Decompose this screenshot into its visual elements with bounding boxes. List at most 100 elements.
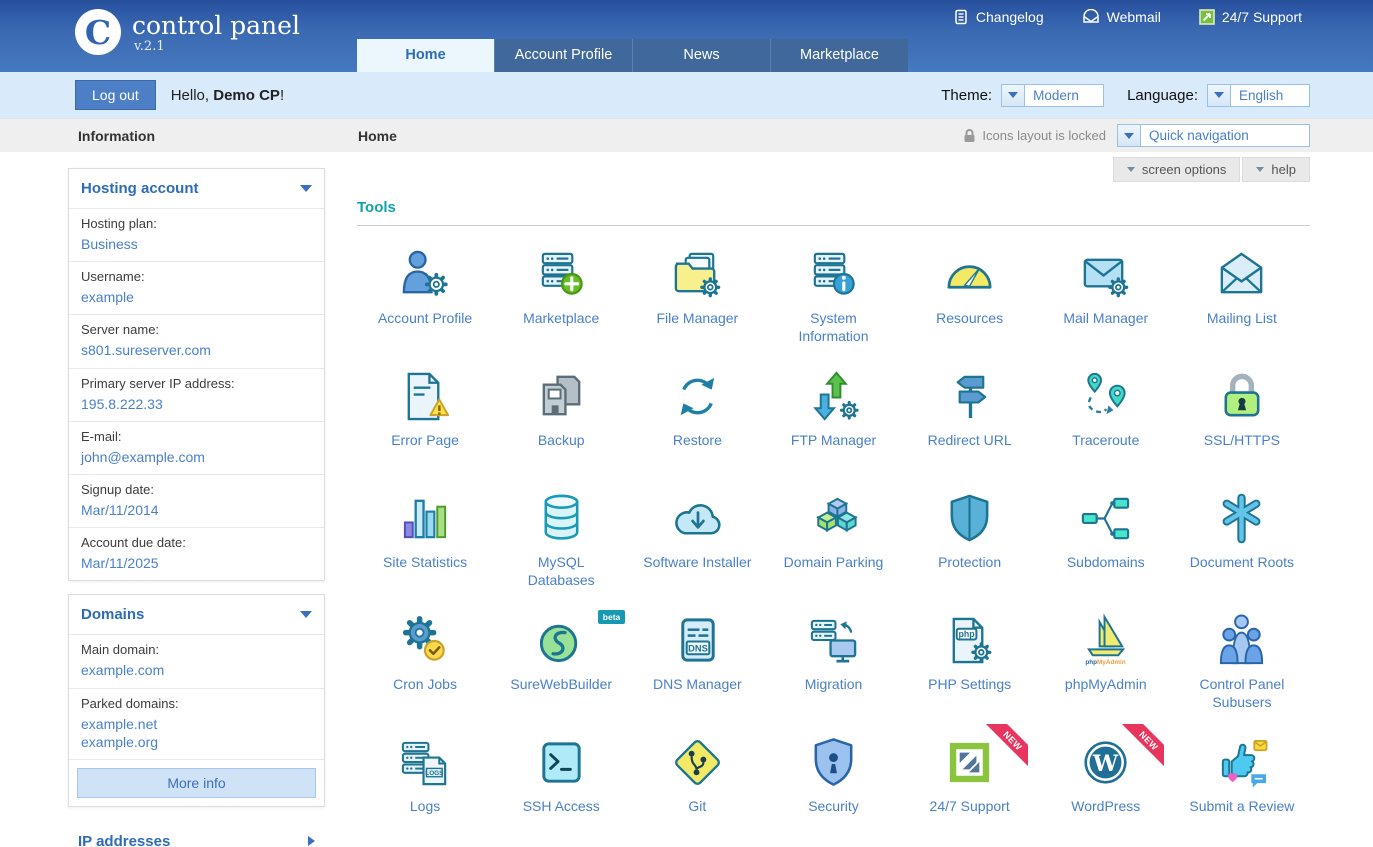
tool-logs[interactable]: LOGS Logs: [357, 726, 493, 847]
header-link-changelog[interactable]: Changelog: [953, 9, 1044, 25]
tool-control-panel-subusers[interactable]: Control Panel Subusers: [1174, 604, 1310, 726]
field-value: Mar/11/2014: [81, 501, 312, 519]
language-select[interactable]: English: [1207, 84, 1310, 107]
marketplace-icon: [534, 247, 589, 302]
logout-button[interactable]: Log out: [75, 80, 156, 110]
tool-error-page[interactable]: Error Page: [357, 360, 493, 482]
tool-site-statistics[interactable]: Site Statistics: [357, 482, 493, 604]
panel-header-hosting-account[interactable]: Hosting account: [69, 169, 324, 208]
field-value: s801.sureserver.com: [81, 341, 312, 359]
field-value: example.netexample.org: [81, 715, 312, 751]
svg-text:phpMyAdmin: phpMyAdmin: [1086, 659, 1126, 666]
panel-hosting-account: Hosting accountHosting plan:BusinessUser…: [68, 168, 325, 581]
wordpress-icon: W: [1078, 735, 1133, 790]
tool-account-profile[interactable]: Account Profile: [357, 238, 493, 360]
tool-git[interactable]: Git: [629, 726, 765, 847]
app-version: v.2.1: [134, 39, 300, 54]
panel-title: Domains: [81, 606, 144, 623]
tool-24-7-support[interactable]: NEW24/7 Support: [902, 726, 1038, 847]
tool-ftp-manager[interactable]: FTP Manager: [765, 360, 901, 482]
tool-dns-manager[interactable]: DNSDNS Manager: [629, 604, 765, 726]
field-label: Server name:: [81, 322, 312, 337]
tool-software-installer[interactable]: Software Installer: [629, 482, 765, 604]
theme-label: Theme:: [941, 87, 992, 104]
software-installer-icon: [670, 491, 725, 546]
tool-security[interactable]: Security: [765, 726, 901, 847]
panel-title: Hosting account: [81, 180, 199, 197]
tool-domain-parking[interactable]: Domain Parking: [765, 482, 901, 604]
tool-label: Logs: [369, 798, 481, 816]
field-e-mail: E-mail:john@example.com: [69, 421, 324, 474]
tool-system-information[interactable]: System Information: [765, 238, 901, 360]
field-server-name: Server name: s801.sureserver.com: [69, 314, 324, 367]
tool-redirect-url[interactable]: Redirect URL: [902, 360, 1038, 482]
tool-ssh-access[interactable]: SSH Access: [493, 726, 629, 847]
greeting-prefix: Hello,: [171, 87, 214, 104]
control-panel-subusers-icon: [1214, 613, 1269, 668]
svg-text:php: php: [959, 629, 976, 639]
tool-mail-manager[interactable]: Mail Manager: [1038, 238, 1174, 360]
tool-resources[interactable]: Resources: [902, 238, 1038, 360]
tool-restore[interactable]: Restore: [629, 360, 765, 482]
redirect-url-icon: [942, 369, 997, 424]
tool-cron-jobs[interactable]: Cron Jobs: [357, 604, 493, 726]
sidebar-item-label: IP addresses: [78, 833, 170, 847]
tool-php-settings[interactable]: phpPHP Settings: [902, 604, 1038, 726]
tab-account-profile[interactable]: Account Profile: [494, 39, 632, 72]
header-link-webmail[interactable]: Webmail: [1082, 9, 1161, 25]
chevron-down-icon: [1208, 85, 1231, 106]
tool-label: Protection: [914, 554, 1026, 572]
app-logo[interactable]: C control panel v.2.1: [75, 9, 300, 55]
tool-label: Control Panel Subusers: [1186, 676, 1298, 711]
help-button[interactable]: help: [1242, 157, 1310, 182]
mail-manager-icon: [1078, 247, 1133, 302]
logo-icon: C: [75, 9, 121, 55]
tool-label: SSL/HTTPS: [1186, 432, 1298, 450]
field-parked-domains: Parked domains:example.netexample.org: [69, 688, 324, 759]
panel-header-domains[interactable]: Domains: [69, 595, 324, 634]
quick-navigation-select[interactable]: Quick navigation: [1117, 124, 1310, 147]
tool-subdomains[interactable]: Subdomains: [1038, 482, 1174, 604]
chevron-down-icon: [300, 185, 312, 192]
tool-mailing-list[interactable]: Mailing List: [1174, 238, 1310, 360]
chevron-down-icon: [300, 611, 312, 618]
tool-protection[interactable]: Protection: [902, 482, 1038, 604]
tool-label: Traceroute: [1050, 432, 1162, 450]
mysql-databases-icon: [534, 491, 589, 546]
tool-marketplace[interactable]: Marketplace: [493, 238, 629, 360]
field-signup-date: Signup date:Mar/11/2014: [69, 474, 324, 527]
greeting-text: Hello, Demo CP!: [171, 87, 284, 104]
tool-ssl-https[interactable]: SSL/HTTPS: [1174, 360, 1310, 482]
sidebar-item-ip-addresses[interactable]: IP addresses: [68, 820, 325, 847]
tool-submit-a-review[interactable]: Submit a Review: [1174, 726, 1310, 847]
tool-migration[interactable]: Migration: [765, 604, 901, 726]
tool-traceroute[interactable]: Traceroute: [1038, 360, 1174, 482]
protection-icon: [942, 491, 997, 546]
tool-file-manager[interactable]: File Manager: [629, 238, 765, 360]
tab-marketplace[interactable]: Marketplace: [770, 39, 908, 72]
mailing-list-icon: [1214, 247, 1269, 302]
tool-label: Error Page: [369, 432, 481, 450]
migration-icon: [806, 613, 861, 668]
tool-label: phpMyAdmin: [1050, 676, 1162, 694]
svg-text:W: W: [1092, 750, 1119, 776]
theme-select[interactable]: Modern: [1001, 84, 1104, 107]
tool-wordpress[interactable]: WNEWWordPress: [1038, 726, 1174, 847]
tab-home[interactable]: Home: [357, 39, 494, 72]
tool-surewebbuilder[interactable]: betaSureWebBuilder: [493, 604, 629, 726]
more-info-button[interactable]: More info: [77, 768, 316, 798]
tool-document-roots[interactable]: Document Roots: [1174, 482, 1310, 604]
header-link-24-7-support[interactable]: 24/7 Support: [1199, 9, 1302, 25]
logs-icon: LOGS: [398, 735, 453, 790]
tools-divider: [357, 225, 1310, 226]
sidebar-title: Information: [78, 128, 155, 144]
support-link-icon: [1199, 9, 1215, 25]
tool-phpmyadmin[interactable]: phpMyAdmin phpMyAdmin: [1038, 604, 1174, 726]
tab-news[interactable]: News: [632, 39, 770, 72]
backup-icon: [534, 369, 589, 424]
tool-mysql-databases[interactable]: MySQL Databases: [493, 482, 629, 604]
tool-label: Domain Parking: [777, 554, 889, 572]
screen-options-button[interactable]: screen options: [1113, 157, 1241, 182]
tool-backup[interactable]: Backup: [493, 360, 629, 482]
field-primary-server-ip-address: Primary server IP address:195.8.222.33: [69, 368, 324, 421]
